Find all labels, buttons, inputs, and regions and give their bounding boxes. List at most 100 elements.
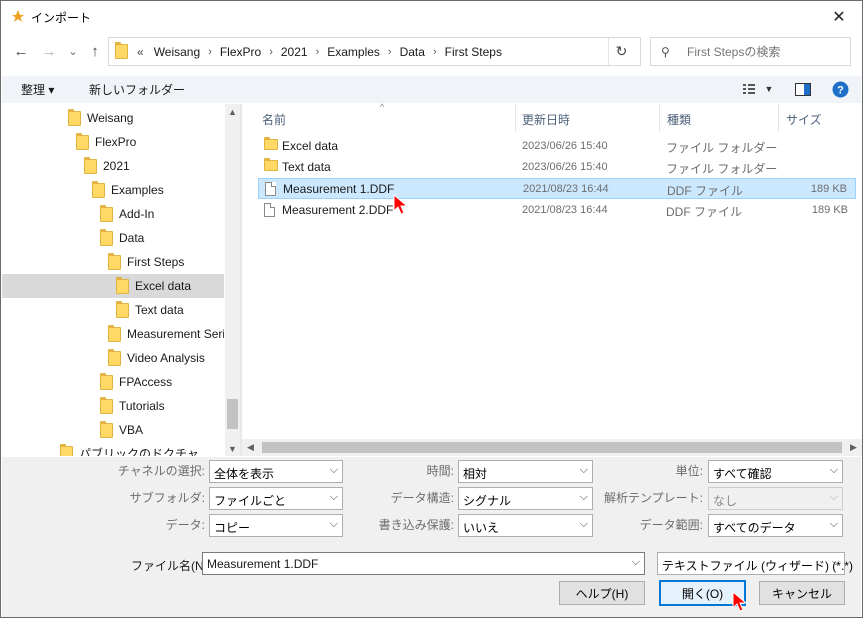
chevron-right-icon[interactable]: › bbox=[313, 46, 323, 58]
data-dropdown[interactable]: コピー ⌵ bbox=[209, 514, 343, 537]
chevron-down-icon: ⌵ bbox=[579, 491, 588, 503]
file-modified: 2021/08/23 16:44 bbox=[522, 204, 608, 216]
file-icon bbox=[264, 203, 275, 217]
unit-dropdown[interactable]: すべて確認 ⌵ bbox=[708, 460, 843, 483]
time-dropdown[interactable]: 相対 ⌵ bbox=[458, 460, 593, 483]
folder-icon bbox=[115, 42, 128, 59]
new-folder-button[interactable]: 新しいフォルダー bbox=[89, 81, 185, 98]
tree-item-examples[interactable]: Examples bbox=[2, 178, 224, 202]
column-header-name[interactable]: 名前 bbox=[262, 111, 286, 128]
column-divider[interactable] bbox=[778, 104, 779, 132]
tree-item-label: Add-In bbox=[119, 207, 155, 221]
tree-item-label: 2021 bbox=[103, 159, 130, 173]
scrollbar-thumb[interactable] bbox=[227, 399, 238, 429]
filename-input[interactable]: Measurement 1.DDF ⌵ bbox=[202, 552, 645, 575]
title-bar: インポート ✕ bbox=[1, 1, 862, 33]
tree-item-public-documents[interactable]: パブリックのドクチャ bbox=[2, 441, 224, 456]
data-label: データ: bbox=[165, 518, 205, 532]
tree-item-2021[interactable]: 2021 bbox=[2, 154, 224, 178]
file-icon bbox=[265, 182, 276, 196]
write-protect-dropdown[interactable]: いいえ ⌵ bbox=[458, 514, 593, 537]
forward-button[interactable]: → bbox=[39, 41, 59, 61]
chevron-right-icon[interactable]: › bbox=[430, 46, 440, 58]
subfolder-dropdown[interactable]: ファイルごと ⌵ bbox=[209, 487, 343, 510]
chevron-right-icon[interactable]: › bbox=[266, 46, 276, 58]
scroll-up-icon[interactable]: ▲ bbox=[225, 104, 240, 119]
tree-item-fpaccess[interactable]: FPAccess bbox=[2, 370, 224, 394]
help-button[interactable]: ヘルプ(H) bbox=[559, 581, 645, 605]
file-type-filter-dropdown[interactable]: テキストファイル (ウィザード) (*.*) ⌵ bbox=[657, 552, 853, 575]
tree-scrollbar[interactable]: ▲ ▼ bbox=[225, 104, 240, 456]
scroll-right-icon[interactable]: ▶ bbox=[845, 439, 862, 456]
tree-item-measurement-series[interactable]: Measurement Seri bbox=[2, 322, 224, 346]
tree-item-label: Examples bbox=[111, 183, 164, 197]
file-row[interactable]: Measurement 2.DDF 2021/08/23 16:44 DDF フ… bbox=[258, 200, 856, 221]
tree-item-weisang[interactable]: Weisang bbox=[2, 106, 224, 130]
tree-item-add-in[interactable]: Add-In bbox=[2, 202, 224, 226]
column-header-modified[interactable]: 更新日時 bbox=[522, 111, 570, 128]
chevron-right-icon[interactable]: › bbox=[385, 46, 395, 58]
column-header-type[interactable]: 種類 bbox=[667, 111, 691, 128]
close-icon[interactable]: ✕ bbox=[824, 5, 854, 29]
organize-button[interactable]: 整理 ▾ bbox=[21, 81, 54, 98]
tree-item-vba[interactable]: VBA bbox=[2, 418, 224, 442]
chevron-down-icon: ⌵ bbox=[829, 491, 838, 503]
help-icon[interactable]: ? bbox=[830, 79, 850, 99]
dropdown-value: いいえ bbox=[463, 521, 500, 535]
filename-label: ファイル名(N): bbox=[131, 559, 211, 573]
file-list-hscrollbar[interactable]: ◀ ▶ bbox=[242, 439, 862, 456]
tree-item-flexpro[interactable]: FlexPro bbox=[2, 130, 224, 154]
tree-item-excel-data[interactable]: Excel data bbox=[2, 274, 224, 298]
breadcrumb-item[interactable]: Weisang bbox=[149, 45, 205, 59]
scroll-left-icon[interactable]: ◀ bbox=[242, 439, 259, 456]
tree-item-video-analysis[interactable]: Video Analysis bbox=[2, 346, 224, 370]
folder-icon bbox=[100, 396, 113, 414]
search-box[interactable]: ⚲ bbox=[650, 37, 851, 66]
file-row[interactable]: Text data 2023/06/26 15:40 ファイル フォルダー bbox=[258, 157, 856, 178]
file-modified: 2023/06/26 15:40 bbox=[522, 161, 608, 173]
channel-select-dropdown[interactable]: 全体を表示 ⌵ bbox=[209, 460, 343, 483]
folder-icon bbox=[100, 228, 113, 246]
data-range-dropdown[interactable]: すべてのデータ ⌵ bbox=[708, 514, 843, 537]
breadcrumb-overflow[interactable]: « bbox=[133, 45, 149, 59]
column-divider[interactable] bbox=[515, 104, 516, 132]
chevron-down-icon: ⌵ bbox=[579, 518, 588, 530]
tree-item-label: パブリックのドクチャ bbox=[79, 446, 199, 457]
scrollbar-thumb[interactable] bbox=[262, 442, 842, 453]
refresh-button[interactable]: ↻ bbox=[608, 38, 634, 65]
data-structure-dropdown[interactable]: シグナル ⌵ bbox=[458, 487, 593, 510]
view-options-icon[interactable]: ▼ bbox=[738, 79, 778, 99]
search-input[interactable] bbox=[687, 43, 847, 61]
tree-item-text-data[interactable]: Text data bbox=[2, 298, 224, 322]
subfolder-label: サブフォルダ: bbox=[129, 491, 205, 505]
column-divider[interactable] bbox=[659, 104, 660, 132]
cancel-button[interactable]: キャンセル bbox=[759, 581, 845, 605]
breadcrumb-item[interactable]: First Steps bbox=[440, 45, 507, 59]
folder-icon bbox=[84, 156, 97, 174]
up-button[interactable]: ↑ bbox=[85, 41, 105, 61]
column-header-size[interactable]: サイズ bbox=[786, 111, 822, 128]
preview-pane-icon[interactable] bbox=[793, 79, 813, 99]
breadcrumb-item[interactable]: FlexPro bbox=[215, 45, 266, 59]
file-type: ファイル フォルダー bbox=[666, 141, 778, 155]
breadcrumb-item[interactable]: Data bbox=[395, 45, 430, 59]
dropdown-value: コピー bbox=[214, 521, 251, 535]
data-structure-label: データ構造: bbox=[390, 491, 454, 505]
address-bar[interactable]: « Weisang › FlexPro › 2021 › Examples › … bbox=[108, 37, 641, 66]
time-label: 時間: bbox=[426, 464, 454, 478]
chevron-right-icon[interactable]: › bbox=[205, 46, 215, 58]
back-button[interactable]: ← bbox=[11, 41, 31, 61]
tree-item-first-steps[interactable]: First Steps bbox=[2, 250, 224, 274]
recent-locations-button[interactable]: ⌄ bbox=[63, 41, 83, 61]
file-row[interactable]: Excel data 2023/06/26 15:40 ファイル フォルダー bbox=[258, 136, 856, 157]
tree-item-data[interactable]: Data bbox=[2, 226, 224, 250]
tree-item-tutorials[interactable]: Tutorials bbox=[2, 394, 224, 418]
chevron-down-icon[interactable]: ⌵ bbox=[632, 556, 640, 569]
file-row-selected[interactable]: Measurement 1.DDF 2021/08/23 16:44 DDF フ… bbox=[258, 178, 856, 199]
analysis-template-dropdown[interactable]: なし ⌵ bbox=[708, 487, 843, 510]
filename-value: Measurement 1.DDF bbox=[207, 557, 319, 571]
scroll-down-icon[interactable]: ▼ bbox=[225, 441, 240, 456]
breadcrumb-item[interactable]: 2021 bbox=[276, 45, 313, 59]
tree-item-label: Data bbox=[119, 231, 145, 245]
breadcrumb-item[interactable]: Examples bbox=[322, 45, 385, 59]
